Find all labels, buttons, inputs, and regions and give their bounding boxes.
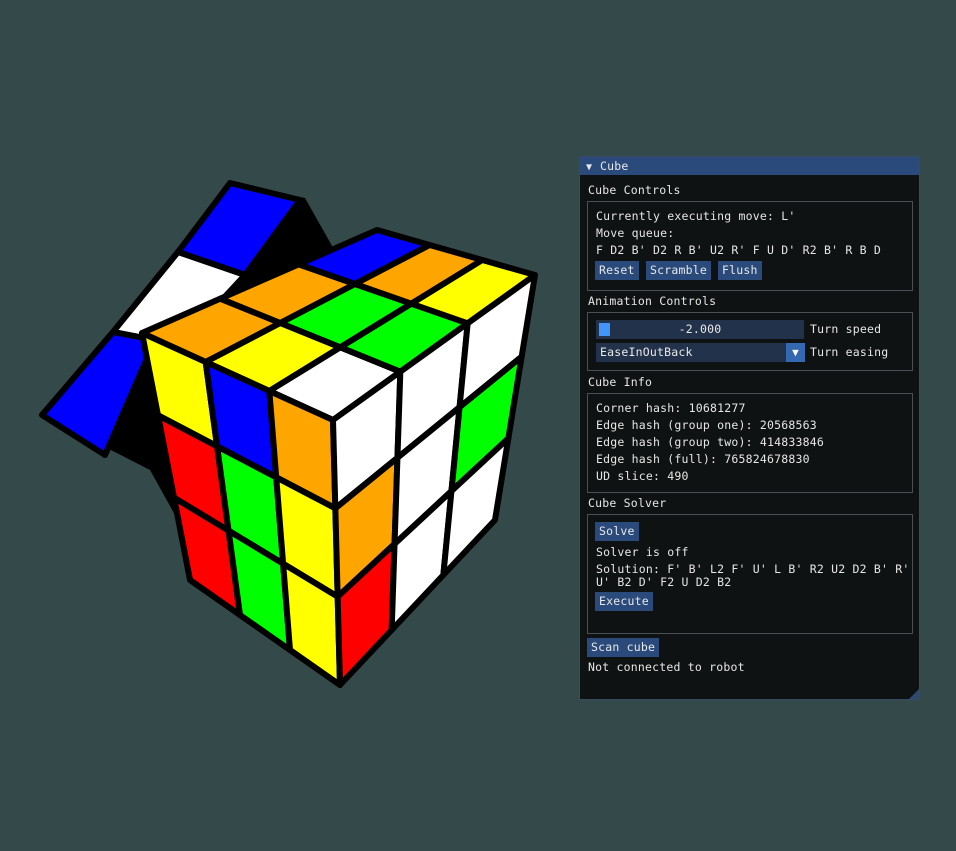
turn-easing-label: Turn easing: [810, 345, 889, 359]
ud-slice-text: UD slice: 490: [596, 469, 689, 483]
solution-text-line1: Solution: F' B' L2 F' U' L B' R2 U2 D2 B…: [596, 562, 910, 576]
animation-controls-header: Animation Controls: [588, 294, 717, 308]
collapse-triangle-icon[interactable]: ▼: [586, 159, 600, 177]
robot-status-text: Not connected to robot: [588, 660, 745, 674]
flush-button[interactable]: Flush: [718, 261, 762, 280]
window-title: Cube: [600, 159, 629, 173]
move-queue-label: Move queue:: [596, 226, 675, 240]
solve-button[interactable]: Solve: [595, 522, 639, 541]
turn-easing-value: EaseInOutBack: [600, 345, 693, 359]
cube-window: ▼ Cube Cube Controls Currently executing …: [579, 156, 920, 700]
cube-controls-header: Cube Controls: [588, 183, 681, 197]
turn-easing-combo[interactable]: EaseInOutBack ▼: [596, 343, 805, 362]
solution-text-line2: U' B2 D' F2 U D2 B2: [596, 575, 732, 589]
edge-hash-one-text: Edge hash (group one): 20568563: [596, 418, 817, 432]
cube-info-group: Corner hash: 10681277 Edge hash (group o…: [587, 393, 913, 493]
cube-solver-header: Cube Solver: [588, 496, 667, 510]
cube-info-header: Cube Info: [588, 375, 653, 389]
turn-speed-slider[interactable]: -2.000: [596, 320, 804, 339]
execute-button[interactable]: Execute: [595, 592, 653, 611]
edge-hash-full-text: Edge hash (full): 765824678830: [596, 452, 810, 466]
animation-controls-group: -2.000 Turn speed EaseInOutBack ▼ Turn e…: [587, 312, 913, 371]
turn-speed-label: Turn speed: [810, 322, 882, 336]
turn-speed-value: -2.000: [678, 322, 722, 336]
reset-button[interactable]: Reset: [595, 261, 639, 280]
window-title-bar[interactable]: ▼ Cube: [580, 157, 919, 175]
cube-controls-group: Currently executing move: L' Move queue:…: [587, 201, 913, 291]
rubiks-cube: [39, 180, 538, 688]
scramble-button[interactable]: Scramble: [646, 261, 711, 280]
scan-cube-button[interactable]: Scan cube: [587, 638, 660, 657]
cube-solver-group: Solve Solver is off Solution: F' B' L2 F…: [587, 514, 913, 634]
resize-grip-icon[interactable]: [909, 689, 919, 699]
move-queue-text: F D2 B' D2 R B' U2 R' F U D' R2 B' R B D: [596, 243, 881, 257]
dropdown-arrow-icon[interactable]: ▼: [786, 343, 805, 362]
solver-status-text: Solver is off: [596, 545, 689, 559]
current-move-text: Currently executing move: L': [596, 209, 796, 223]
edge-hash-two-text: Edge hash (group two): 414833846: [596, 435, 824, 449]
corner-hash-text: Corner hash: 10681277: [596, 401, 746, 415]
